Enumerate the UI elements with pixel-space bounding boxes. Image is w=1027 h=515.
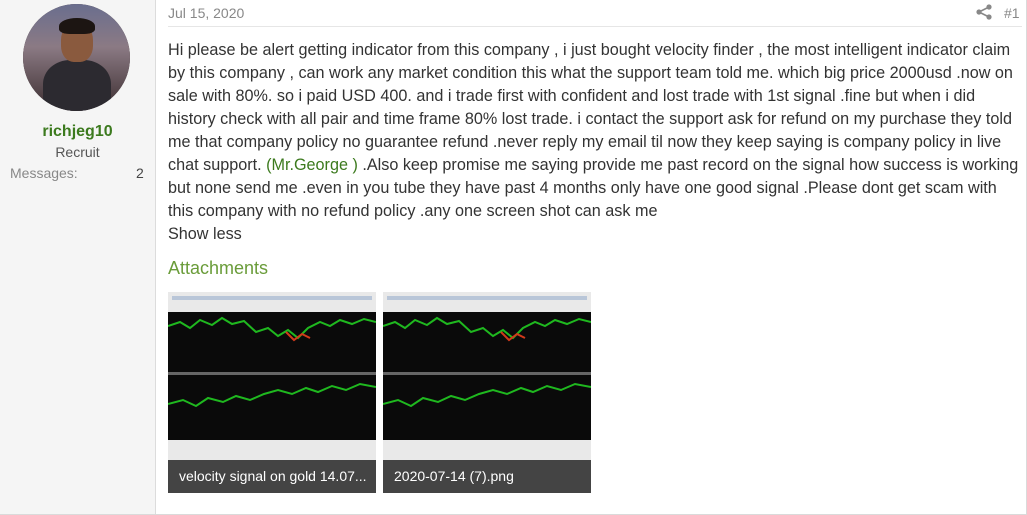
- share-icon[interactable]: [975, 4, 993, 20]
- post-date-link[interactable]: Jul 15, 2020: [168, 5, 244, 21]
- attachments-heading: Attachments: [168, 258, 269, 278]
- avatar[interactable]: [23, 4, 130, 111]
- attachment-thumbnail[interactable]: velocity signal on gold 14.07...: [168, 292, 376, 493]
- post-text-part1: Hi please be alert getting indicator fro…: [168, 41, 1013, 174]
- messages-label: Messages:: [10, 165, 78, 181]
- post-container: richjeg10 Recruit Messages: 2 Jul 15, 20…: [0, 0, 1027, 515]
- header-divider: [168, 26, 1022, 27]
- attachment-thumbnail[interactable]: 2020-07-14 (7).png: [383, 292, 591, 493]
- post-body: Hi please be alert getting indicator fro…: [168, 39, 1020, 246]
- user-title: Recruit: [55, 144, 100, 160]
- attachment-caption[interactable]: 2020-07-14 (7).png: [383, 460, 591, 493]
- mention-link[interactable]: (Mr.George ): [266, 156, 358, 174]
- messages-count: 2: [136, 165, 144, 181]
- username-link[interactable]: richjeg10: [0, 123, 155, 141]
- post-number-link[interactable]: #1: [1004, 5, 1020, 21]
- show-less-toggle[interactable]: Show less: [168, 223, 1020, 246]
- attachment-caption[interactable]: velocity signal on gold 14.07...: [168, 460, 376, 493]
- user-sidebar: richjeg10 Recruit Messages: 2: [0, 0, 156, 514]
